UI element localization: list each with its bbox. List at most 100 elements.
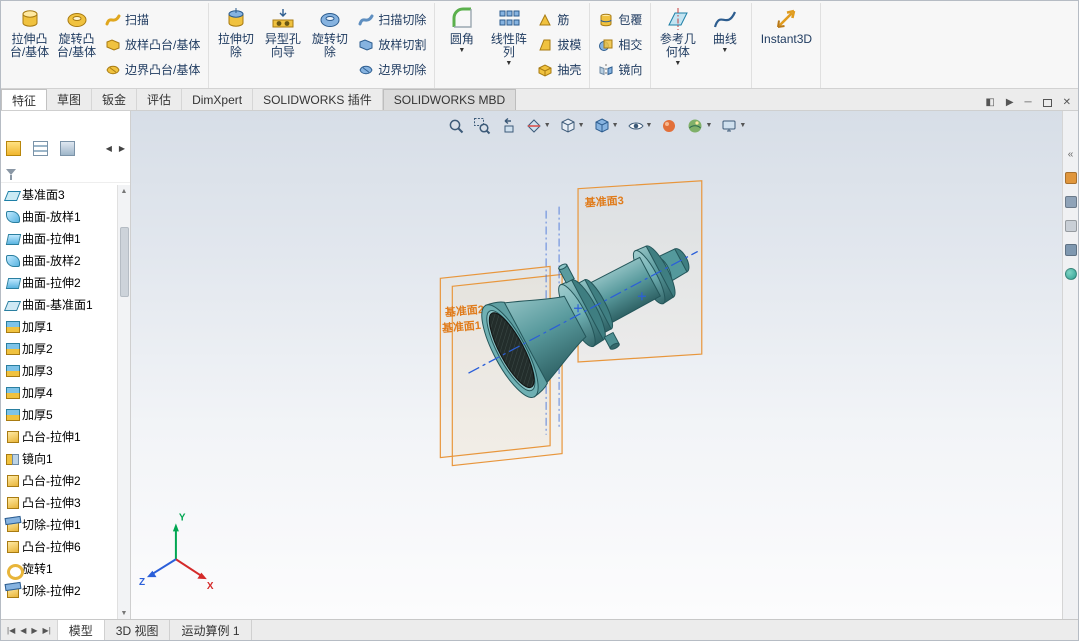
tree-item[interactable]: 加厚5: [5, 403, 130, 425]
tree-item[interactable]: 镜向1: [5, 447, 130, 469]
extrude-boss-button[interactable]: 拉伸凸 台/基体: [6, 4, 53, 84]
lofted-cut-icon: [359, 38, 373, 51]
hide-show-items-icon[interactable]: ▼: [625, 116, 655, 136]
pane-toggle-icon[interactable]: ◧: [985, 96, 994, 110]
tab-evaluate[interactable]: 评估: [137, 89, 183, 110]
scene-svg: 基准面3 基准面2 基准面1 Y X Z: [139, 180, 703, 592]
previous-view-icon[interactable]: [497, 116, 519, 136]
boss-extrude-icon: [5, 473, 20, 488]
collapse-chevron-icon[interactable]: «: [1068, 149, 1074, 160]
tree-scrollbar[interactable]: ▲ ▼: [117, 185, 130, 619]
close-icon[interactable]: ✕: [1063, 96, 1071, 110]
tree-item[interactable]: 加厚1: [5, 315, 130, 337]
lofted-boss-button[interactable]: 放样凸台/基体: [102, 32, 203, 57]
revolve-cut-button[interactable]: 旋转切 除: [306, 4, 353, 84]
swept-cut-label: 扫描切除: [378, 13, 427, 27]
curves-caret-icon[interactable]: ▼: [721, 47, 728, 55]
tree-item[interactable]: 曲面-放样2: [5, 249, 130, 271]
tree-item[interactable]: 加厚4: [5, 381, 130, 403]
tab-solidworks-mbd[interactable]: SOLIDWORKS MBD: [382, 89, 517, 110]
fillet-caret-icon[interactable]: ▼: [458, 47, 465, 55]
swept-boss-button[interactable]: 扫描: [102, 7, 203, 32]
bottom-tab-model[interactable]: 模型: [57, 620, 105, 640]
section-view-icon[interactable]: ▼: [523, 116, 553, 136]
bottom-tab-3d-views[interactable]: 3D 视图: [105, 620, 171, 640]
zoom-area-icon[interactable]: [471, 116, 493, 136]
tree-item[interactable]: 凸台-拉伸3: [5, 491, 130, 513]
panel-splitter-arrows: ◀ ▶: [106, 144, 125, 153]
shell-button[interactable]: 抽壳: [534, 57, 584, 82]
nav-first-icon[interactable]: |◀: [6, 626, 16, 635]
tree-item[interactable]: 凸台-拉伸1: [5, 425, 130, 447]
reference-geometry-button[interactable]: 参考几 何体 ▼: [654, 4, 701, 84]
expand-pane-icon[interactable]: ▶: [1006, 96, 1014, 110]
revolve-boss-label: 旋转凸 台/基体: [56, 32, 97, 59]
linear-pattern-button[interactable]: 线性阵 列 ▼: [485, 4, 532, 84]
tab-features[interactable]: 特征: [1, 89, 48, 110]
propertymanager-icon[interactable]: [33, 140, 48, 156]
hole-wizard-button[interactable]: 异型孔 向导: [259, 4, 306, 84]
nav-next-icon[interactable]: ▶: [30, 626, 38, 635]
tree-item[interactable]: 旋转1: [5, 557, 130, 580]
design-library-icon[interactable]: [1064, 196, 1077, 208]
tree-item[interactable]: 凸台-拉伸2: [5, 469, 130, 491]
revolve-boss-button[interactable]: 旋转凸 台/基体: [53, 4, 100, 84]
curves-button[interactable]: 曲线 ▼: [701, 4, 748, 84]
scroll-up-icon[interactable]: ▲: [121, 185, 128, 197]
fillet-button[interactable]: 圆角 ▼: [438, 4, 485, 84]
tab-dimxpert[interactable]: DimXpert: [182, 89, 254, 110]
featuremanager-tree-icon[interactable]: [6, 140, 21, 156]
boundary-cut-button[interactable]: 边界切除: [355, 57, 429, 82]
tree-item[interactable]: 曲面-基准面1: [5, 293, 130, 315]
configurationmanager-icon[interactable]: [60, 140, 75, 156]
tree-item[interactable]: 曲面-拉伸2: [5, 271, 130, 293]
wrap-button[interactable]: 包覆: [595, 7, 645, 32]
instant3d-button[interactable]: Instant3D: [755, 4, 817, 84]
tree-item[interactable]: 凸台-拉伸6: [5, 535, 130, 557]
boundary-boss-button[interactable]: 边界凸台/基体: [102, 57, 203, 82]
view-orientation-icon[interactable]: ▼: [557, 116, 587, 136]
edit-appearance-icon[interactable]: [658, 116, 680, 136]
filter-icon[interactable]: [6, 168, 16, 180]
restore-icon[interactable]: [1042, 99, 1052, 107]
linear-pattern-caret-icon[interactable]: ▼: [505, 60, 512, 68]
intersect-button[interactable]: 相交: [595, 32, 645, 57]
tree-item[interactable]: 切除-拉伸1: [5, 513, 130, 535]
scroll-down-icon[interactable]: ▼: [121, 607, 128, 619]
view-palette-icon[interactable]: [1064, 244, 1077, 256]
rib-label: 筋: [557, 13, 570, 27]
tab-sketch[interactable]: 草图: [47, 89, 93, 110]
minimize-icon[interactable]: ─: [1025, 96, 1032, 110]
feature-manager-panel: ◀ ▶ 基准面3 曲面-放样1 曲面-拉伸1 曲面-放样2 曲面-拉伸2 曲面-…: [1, 111, 131, 619]
nav-last-icon[interactable]: ▶|: [42, 626, 52, 635]
draft-button[interactable]: 拔模: [534, 32, 584, 57]
tree-item[interactable]: 加厚3: [5, 359, 130, 381]
tab-solidworks-addins[interactable]: SOLIDWORKS 插件: [253, 89, 383, 110]
lofted-cut-button[interactable]: 放样切割: [355, 32, 429, 57]
file-explorer-icon[interactable]: [1064, 220, 1077, 232]
tree-item[interactable]: 基准面3: [5, 183, 130, 205]
display-style-icon[interactable]: ▼: [591, 116, 621, 136]
graphics-area[interactable]: ▼ ▼ ▼ ▼ ▼ ▼ 基准面3 基准面2 基准面1 Y X Z: [131, 111, 1062, 619]
rib-button[interactable]: 筋: [534, 7, 584, 32]
tree-item[interactable]: 曲面-放样1: [5, 205, 130, 227]
appearances-icon[interactable]: [1064, 268, 1077, 280]
apply-scene-icon[interactable]: ▼: [684, 116, 714, 136]
swept-cut-button[interactable]: 扫描切除: [355, 7, 429, 32]
nav-prev-icon[interactable]: ◀: [19, 626, 27, 635]
tree-item[interactable]: 加厚2: [5, 337, 130, 359]
reference-geometry-caret-icon[interactable]: ▼: [674, 60, 681, 68]
scrollbar-thumb[interactable]: [119, 227, 129, 297]
mirror-button[interactable]: 镜向: [595, 57, 645, 82]
tab-sheet-metal[interactable]: 钣金: [92, 89, 138, 110]
rib-icon: [539, 13, 552, 25]
panel-prev-icon[interactable]: ◀: [106, 144, 112, 153]
tree-item[interactable]: 切除-拉伸2: [5, 579, 130, 601]
bottom-tab-motion-study[interactable]: 运动算例 1: [170, 620, 252, 640]
tree-item[interactable]: 曲面-拉伸1: [5, 227, 130, 249]
resources-icon[interactable]: [1064, 172, 1077, 184]
view-settings-icon[interactable]: ▼: [718, 116, 748, 136]
panel-next-icon[interactable]: ▶: [119, 144, 125, 153]
zoom-fit-icon[interactable]: [445, 116, 467, 136]
extrude-cut-button[interactable]: 拉伸切 除: [212, 4, 259, 84]
